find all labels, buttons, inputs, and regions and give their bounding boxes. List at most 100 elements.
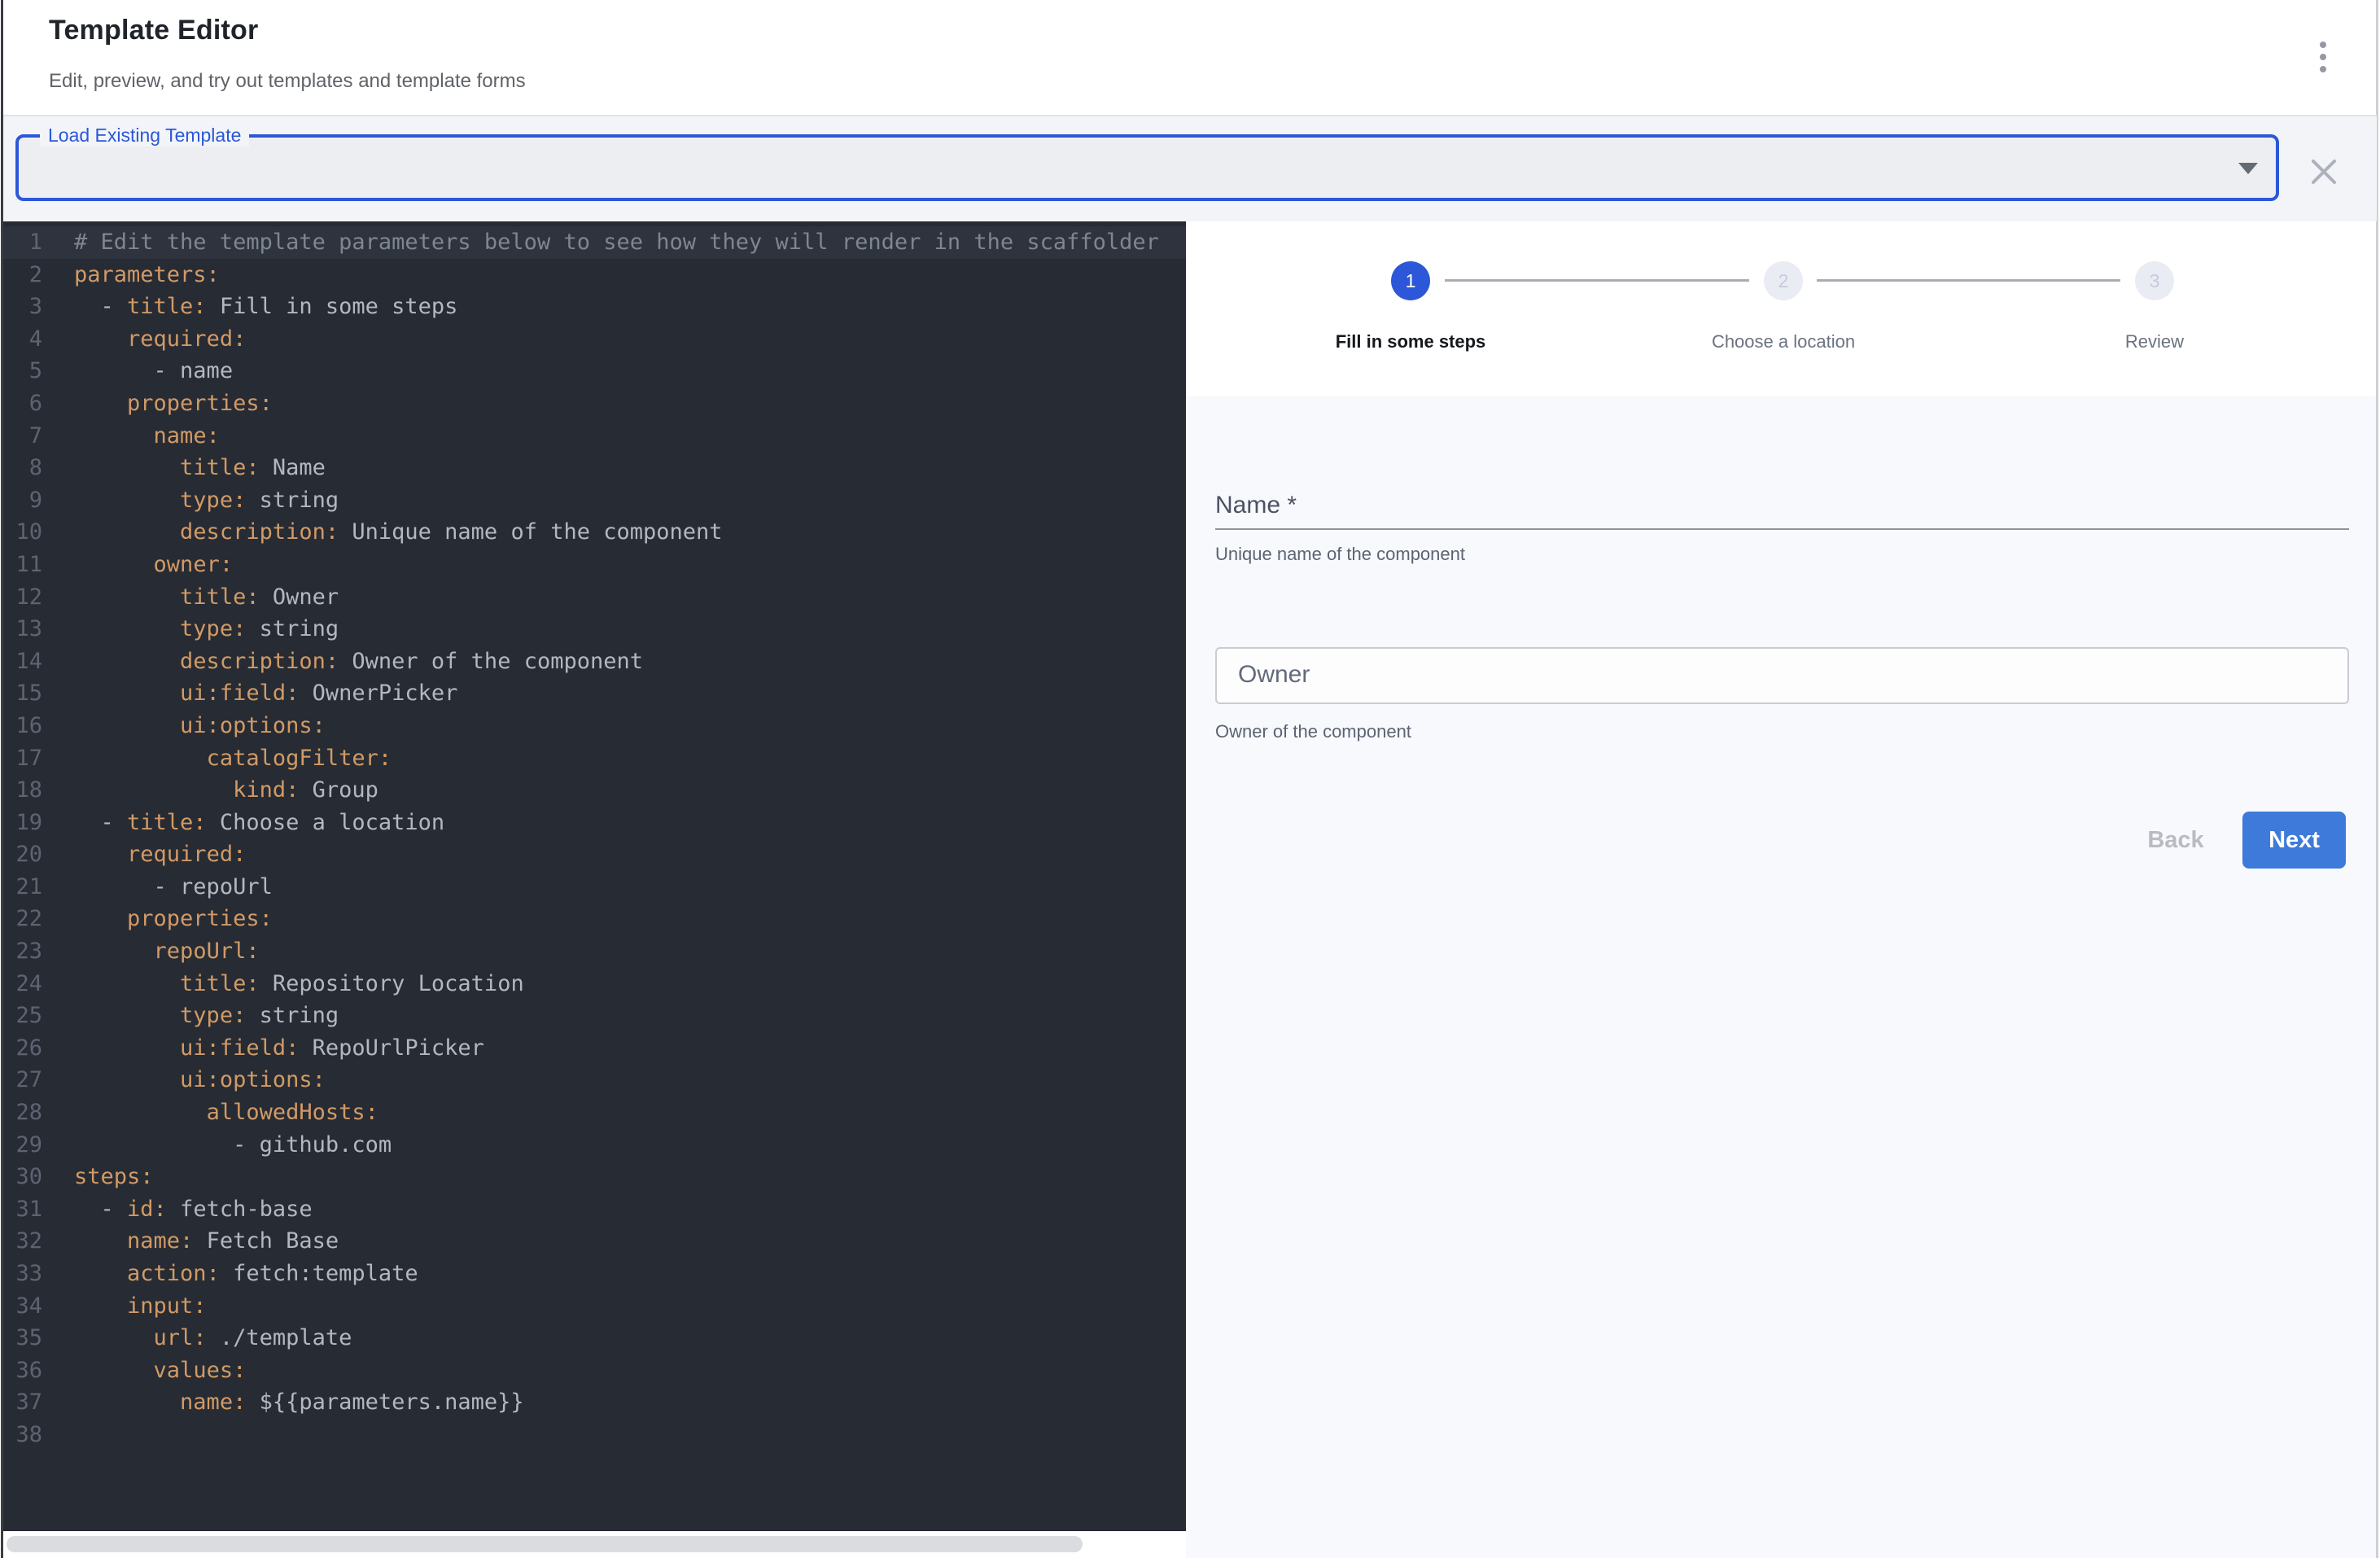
line-number: 17 [3, 742, 42, 775]
line-number: 3 [3, 291, 42, 323]
owner-input-placeholder: Owner [1217, 649, 2347, 701]
line-code: - repoUrl [42, 871, 273, 904]
editor-line: 25 type: string [3, 1000, 1186, 1032]
line-number: 22 [3, 903, 42, 935]
line-number: 10 [3, 516, 42, 549]
editor-line: 17 catalogFilter: [3, 742, 1186, 775]
editor-line: 27 ui:options: [3, 1064, 1186, 1096]
line-number: 33 [3, 1258, 42, 1290]
next-button[interactable]: Next [2242, 812, 2346, 869]
line-code: ui:field: OwnerPicker [42, 677, 457, 710]
chevron-down-icon [2238, 163, 2258, 174]
name-input[interactable]: Name * [1215, 482, 2349, 531]
line-number: 29 [3, 1129, 42, 1162]
more-options-button[interactable] [2307, 36, 2339, 78]
line-number: 23 [3, 935, 42, 968]
line-code: ui:field: RepoUrlPicker [42, 1032, 484, 1065]
line-code: values: [42, 1354, 246, 1387]
line-code: steps: [42, 1161, 154, 1193]
editor-line: 31 - id: fetch-base [3, 1193, 1186, 1226]
line-code: type: string [42, 1000, 339, 1032]
line-code: catalogFilter: [42, 742, 392, 775]
line-code: type: string [42, 484, 339, 517]
line-number: 30 [3, 1161, 42, 1193]
header: Template Editor Edit, preview, and try o… [3, 0, 2376, 115]
line-code: - title: Fill in some steps [42, 291, 457, 323]
code-editor[interactable]: 1# Edit the template parameters below to… [3, 221, 1186, 1531]
line-code: properties: [42, 387, 273, 420]
line-number: 31 [3, 1193, 42, 1226]
line-code: name: ${{parameters.name}} [42, 1386, 524, 1419]
editor-line: 22 properties: [3, 903, 1186, 935]
kebab-menu-icon [2320, 66, 2326, 72]
step-label: Choose a location [1661, 331, 1905, 352]
editor-line: 20 required: [3, 838, 1186, 871]
editor-line: 6 properties: [3, 387, 1186, 420]
editor-line: 15 ui:field: OwnerPicker [3, 677, 1186, 710]
horizontal-scrollbar-track [3, 1531, 1186, 1558]
line-number: 25 [3, 1000, 42, 1032]
line-number: 12 [3, 581, 42, 614]
line-number: 18 [3, 774, 42, 807]
line-number: 14 [3, 646, 42, 678]
editor-line: 30steps: [3, 1161, 1186, 1193]
line-code [42, 1419, 74, 1451]
line-number: 15 [3, 677, 42, 710]
name-input-underline [1215, 528, 2349, 530]
load-template-row: Load Existing Template [3, 115, 2377, 221]
line-code: ui:options: [42, 710, 326, 742]
close-icon [2310, 158, 2338, 186]
editor-line: 19 - title: Choose a location [3, 807, 1186, 839]
line-number: 27 [3, 1064, 42, 1096]
editor-line: 21 - repoUrl [3, 871, 1186, 904]
owner-helper-text: Owner of the component [1215, 721, 1411, 742]
kebab-menu-icon [2320, 42, 2326, 48]
line-number: 13 [3, 613, 42, 646]
editor-line: 37 name: ${{parameters.name}} [3, 1386, 1186, 1419]
right-edge-divider [2376, 0, 2378, 1558]
line-code: - title: Choose a location [42, 807, 444, 839]
line-code: repoUrl: [42, 935, 260, 968]
editor-line: 4 required: [3, 323, 1186, 356]
line-code: - id: fetch-base [42, 1193, 313, 1226]
line-number: 36 [3, 1354, 42, 1387]
line-code: description: Owner of the component [42, 646, 643, 678]
editor-line: 23 repoUrl: [3, 935, 1186, 968]
line-number: 7 [3, 420, 42, 453]
clear-template-button[interactable] [2306, 154, 2342, 190]
horizontal-scrollbar[interactable] [7, 1536, 1083, 1552]
line-code: kind: Group [42, 774, 378, 807]
editor-line: 26 ui:field: RepoUrlPicker [3, 1032, 1186, 1065]
editor-line: 16 ui:options: [3, 710, 1186, 742]
editor-line: 32 name: Fetch Base [3, 1225, 1186, 1258]
editor-line: 24 title: Repository Location [3, 968, 1186, 1000]
line-number: 5 [3, 355, 42, 387]
back-button[interactable]: Back [2127, 812, 2225, 869]
owner-input[interactable]: Owner [1215, 647, 2349, 704]
line-number: 24 [3, 968, 42, 1000]
load-template-select-label: Load Existing Template [40, 125, 249, 147]
name-helper-text: Unique name of the component [1215, 544, 1465, 565]
line-number: 11 [3, 549, 42, 581]
line-code: required: [42, 838, 246, 871]
editor-line: 29 - github.com [3, 1129, 1186, 1162]
template-editor-page: Template Editor Edit, preview, and try o… [0, 0, 2380, 1558]
line-code: allowedHosts: [42, 1096, 378, 1129]
editor-line: 2parameters: [3, 259, 1186, 291]
line-number: 32 [3, 1225, 42, 1258]
editor-line: 10 description: Unique name of the compo… [3, 516, 1186, 549]
line-number: 8 [3, 452, 42, 484]
editor-line: 11 owner: [3, 549, 1186, 581]
line-code: title: Name [42, 452, 326, 484]
editor-line: 8 title: Name [3, 452, 1186, 484]
line-number: 16 [3, 710, 42, 742]
line-code: title: Repository Location [42, 968, 524, 1000]
load-template-select[interactable]: Load Existing Template [15, 134, 2279, 201]
line-code: required: [42, 323, 246, 356]
line-code: title: Owner [42, 581, 339, 614]
line-code: parameters: [42, 259, 220, 291]
line-code: description: Unique name of the componen… [42, 516, 723, 549]
line-number: 4 [3, 323, 42, 356]
editor-line: 28 allowedHosts: [3, 1096, 1186, 1129]
editor-line: 13 type: string [3, 613, 1186, 646]
